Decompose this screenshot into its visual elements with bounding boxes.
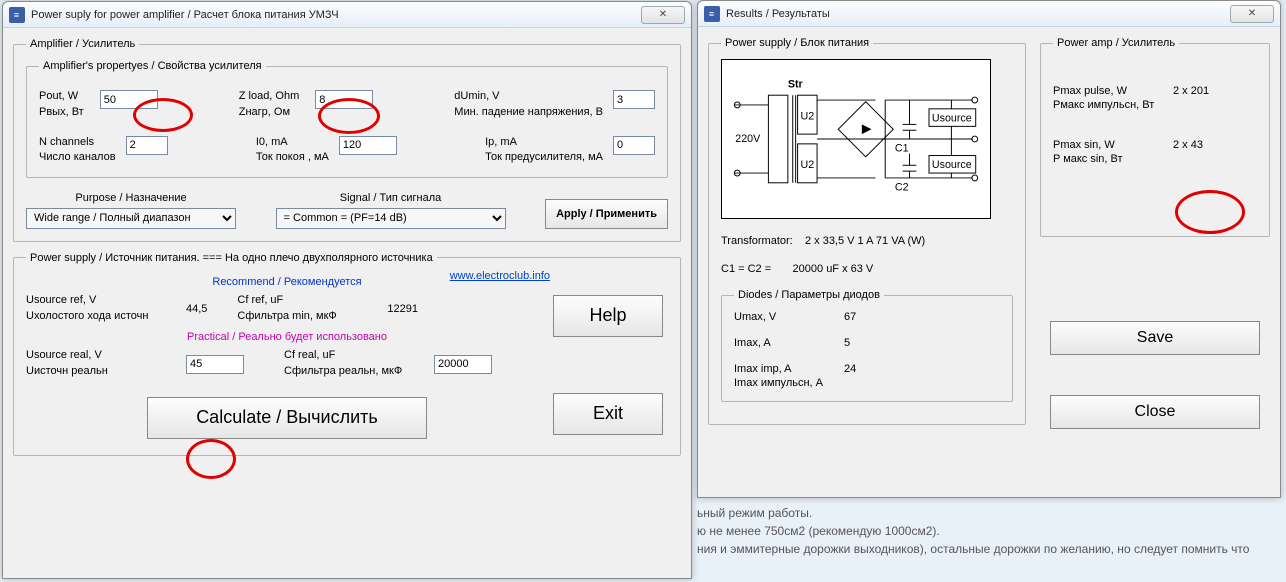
help-button[interactable]: Help — [553, 295, 663, 337]
pmax-sin-value: 2 x 43 — [1173, 139, 1233, 165]
close-button[interactable]: Close — [1050, 395, 1260, 429]
close-icon[interactable]: ✕ — [1230, 5, 1274, 23]
svg-text:Usource: Usource — [932, 159, 972, 171]
close-icon[interactable]: ✕ — [641, 6, 685, 24]
svg-text:C1: C1 — [895, 143, 909, 155]
calculate-button[interactable]: Calculate / Вычислить — [147, 397, 427, 439]
pmax-sin-label: Pmax sin, WP макс sin, Вт — [1053, 139, 1173, 165]
i0-input[interactable] — [339, 136, 397, 155]
svg-text:U2: U2 — [801, 111, 815, 123]
usrc-ref-label: Usource ref, VUхолостого хода источн — [26, 294, 156, 324]
pmax-pulse-value: 2 x 201 — [1173, 85, 1233, 111]
pmax-pulse-label: Pmax pulse, WРмакс импульсн, Вт — [1053, 85, 1173, 111]
imaximp-value: 24 — [844, 363, 904, 389]
window-results: ≡ Results / Результаты ✕ Power supply / … — [697, 0, 1281, 498]
window-title: Power suply for power amplifier / Расчет… — [31, 9, 641, 21]
save-button[interactable]: Save — [1050, 321, 1260, 355]
cf-ref-label: Cf ref, uFCфильтра min, мкФ — [237, 294, 357, 324]
pout-label: Pout, WPвых, Вт — [39, 90, 84, 120]
cf-real-input[interactable] — [434, 355, 492, 374]
apply-button[interactable]: Apply / Применить — [545, 199, 668, 229]
signal-select[interactable]: = Common = (PF=14 dB) — [276, 208, 506, 229]
purpose-select[interactable]: Wide range / Полный диапазон — [26, 208, 236, 229]
imax-value: 5 — [844, 337, 904, 349]
power-supply-group: Power supply / Источник питания. === На … — [13, 252, 681, 456]
diodes-group: Diodes / Параметры диодов Umax, V 67 Ima… — [721, 289, 1013, 402]
app-icon: ≡ — [704, 6, 720, 22]
i0-label: I0, mAТок покоя , мА — [256, 136, 329, 166]
signal-label: Signal / Тип сигнала — [276, 192, 506, 206]
bg-text: ьный режим работы. — [697, 506, 812, 520]
results-ps-legend: Power supply / Блок питания — [721, 37, 873, 49]
imax-label: Imax, A — [734, 337, 844, 349]
amplifier-legend: Amplifier / Усилитель — [26, 38, 139, 50]
nchannels-label: N channelsЧисло каналов — [39, 136, 116, 166]
amplifier-group: Amplifier / Усилитель Amplifier's proper… — [13, 38, 681, 242]
schematic-diagram: 220V U2 U2 Str — [721, 59, 991, 219]
amp-props-group: Amplifier's propertyes / Свойства усилит… — [26, 60, 668, 178]
exit-button[interactable]: Exit — [553, 393, 663, 435]
purpose-label: Purpose / Назначение — [26, 192, 236, 206]
cf-ref-value: 12291 — [387, 303, 418, 315]
svg-text:Str: Str — [788, 78, 803, 90]
diodes-legend: Diodes / Параметры диодов — [734, 289, 884, 301]
window-title: Results / Результаты — [726, 8, 1230, 20]
titlebar[interactable]: ≡ Results / Результаты ✕ — [698, 1, 1280, 27]
bg-text: ния и эммитерные дорожки выходников), ос… — [697, 542, 1249, 556]
usrc-ref-value: 44,5 — [186, 303, 207, 315]
transformator-label: Transformator: — [721, 235, 793, 247]
svg-text:220V: 220V — [735, 133, 761, 145]
dumin-label: dUmin, VМин. падение напряжения, В — [454, 90, 603, 120]
pout-input[interactable] — [100, 90, 158, 109]
power-amp-group: Power amp / Усилитель Pmax pulse, WРмакс… — [1040, 37, 1270, 237]
zload-input[interactable] — [315, 90, 373, 109]
svg-text:U2: U2 — [801, 159, 815, 171]
window-power-supply-calc: ≡ Power suply for power amplifier / Расч… — [2, 1, 692, 579]
amp-props-legend: Amplifier's propertyes / Свойства усилит… — [39, 60, 266, 72]
electroclub-link[interactable]: www.electroclub.info — [450, 270, 550, 282]
umax-label: Umax, V — [734, 311, 844, 323]
cap-label: C1 = C2 = — [721, 263, 771, 275]
app-icon: ≡ — [9, 7, 25, 23]
svg-text:C2: C2 — [895, 182, 909, 194]
bg-text: ю не менее 750см2 (рекомендую 1000см2). — [697, 524, 940, 538]
ip-input[interactable] — [613, 136, 655, 155]
results-ps-group: Power supply / Блок питания 220V U2 U2 — [708, 37, 1026, 425]
ip-label: Ip, mAТок предусилителя, мА — [485, 136, 603, 166]
nchannels-input[interactable] — [126, 136, 168, 155]
svg-text:Usource: Usource — [932, 112, 972, 124]
usrc-real-input[interactable] — [186, 355, 244, 374]
umax-value: 67 — [844, 311, 904, 323]
dumin-input[interactable] — [613, 90, 655, 109]
ps-legend: Power supply / Источник питания. === На … — [26, 252, 437, 264]
imaximp-label: Imax imp, AImax импульсн, А — [734, 363, 844, 389]
practical-heading: Practical / Реально будет использовано — [26, 331, 548, 343]
transformator-value: 2 x 33,5 V 1 A 71 VA (W) — [805, 235, 925, 247]
usrc-real-label: Usource real, VUисточн реальн — [26, 349, 156, 379]
zload-label: Z load, OhmZнагр, Ом — [239, 90, 300, 120]
power-amp-legend: Power amp / Усилитель — [1053, 37, 1179, 49]
titlebar[interactable]: ≡ Power suply for power amplifier / Расч… — [3, 2, 691, 28]
cf-real-label: Cf real, uFCфильтра реальн, мкФ — [284, 349, 404, 379]
cap-value: 20000 uF x 63 V — [793, 263, 874, 275]
